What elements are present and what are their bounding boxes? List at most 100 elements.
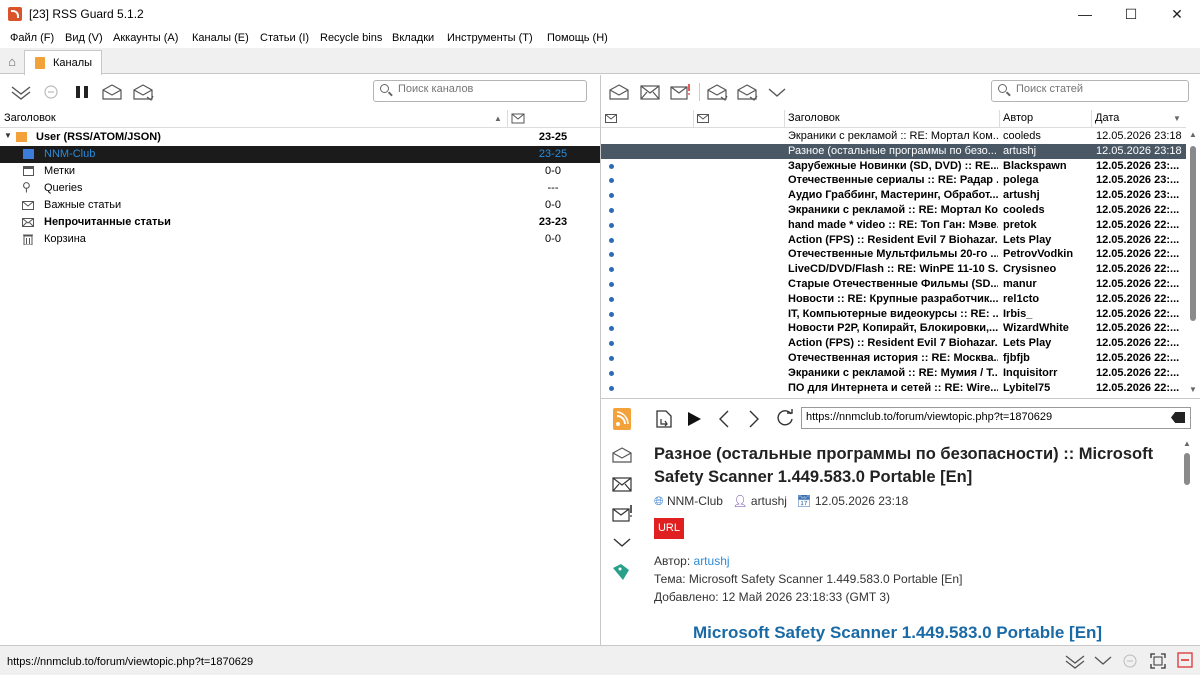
menu-file[interactable]: Файл (F): [10, 32, 54, 44]
article-row[interactable]: LiveCD/DVD/Flash :: RE: WinPE 11-10 S...…: [601, 262, 1186, 277]
article-row[interactable]: Новости P2P, Копирайт, Блокировки,... Wiz…: [601, 321, 1186, 336]
column-date[interactable]: Дата: [1095, 112, 1119, 124]
unread-dot-icon[interactable]: [609, 222, 614, 228]
tree-item-trash[interactable]: Корзина 0-0: [0, 231, 600, 248]
menu-tools[interactable]: Инструменты (T): [447, 32, 533, 44]
scroll-up-icon[interactable]: ▲: [1182, 439, 1192, 449]
mark-unread-preview-icon[interactable]: [611, 475, 633, 493]
article-row[interactable]: Отечественная история :: RE: Москва... fj…: [601, 351, 1186, 366]
preview-scrollbar[interactable]: ▲: [1180, 437, 1194, 645]
export-icon[interactable]: [656, 410, 673, 428]
menu-feeds[interactable]: Каналы (E): [192, 32, 249, 44]
read-status-column-icon[interactable]: [605, 114, 617, 124]
article-row[interactable]: hand made * video :: RE: Топ Ган: Мэве..…: [601, 218, 1186, 233]
home-icon[interactable]: ⌂: [3, 53, 21, 71]
article-row[interactable]: Зарубежные Новинки (SD, DVD) :: RE... Bla…: [601, 159, 1186, 174]
open-in-browser-icon[interactable]: [706, 83, 728, 101]
column-author[interactable]: Автор: [1003, 112, 1033, 124]
counts-column-icon[interactable]: [511, 113, 525, 127]
update-selected-icon[interactable]: [132, 83, 154, 101]
feeds-search[interactable]: [373, 80, 587, 102]
chevron-down-preview-icon[interactable]: [611, 534, 633, 552]
unread-dot-icon[interactable]: [609, 193, 614, 199]
menu-articles[interactable]: Статьи (I): [260, 32, 309, 44]
feeds-search-input[interactable]: [398, 83, 548, 95]
menu-help[interactable]: Помощь (H): [547, 32, 608, 44]
unread-dot-icon[interactable]: [609, 178, 614, 184]
article-row[interactable]: Экраники с рекламой :: RE: Мортал Ко... c…: [601, 203, 1186, 218]
url-badge[interactable]: URL: [654, 518, 684, 539]
mark-read-icon[interactable]: [608, 83, 630, 101]
tab-feeds[interactable]: Каналы: [24, 50, 102, 75]
article-row[interactable]: Отечественные Мультфильмы 20-го ... Petro…: [601, 247, 1186, 262]
article-row[interactable]: Экраники с рекламой :: RE: Мортал Ком...…: [601, 129, 1186, 144]
unread-dot-icon[interactable]: [609, 237, 614, 243]
important-preview-icon[interactable]: [611, 504, 633, 522]
unread-dot-icon[interactable]: [609, 282, 614, 287]
menu-recycle-bins[interactable]: Recycle bins: [320, 32, 382, 44]
scroll-up-icon[interactable]: ▲: [1188, 130, 1198, 140]
article-row[interactable]: ПО для Интернета и сетей :: RE: Wire... L…: [601, 381, 1186, 396]
url-bar[interactable]: [801, 407, 1191, 429]
stop-status-icon[interactable]: [1122, 653, 1138, 669]
mark-all-read-status-icon[interactable]: [1064, 653, 1086, 669]
unread-dot-icon[interactable]: [609, 252, 614, 258]
reload-icon[interactable]: [776, 409, 795, 428]
chevron-down-icon[interactable]: [766, 83, 788, 101]
unread-dot-icon[interactable]: [609, 341, 614, 347]
article-row[interactable]: Экраники с рекламой :: RE: Мумия / Т... I…: [601, 366, 1186, 381]
mark-all-articles-read-icon[interactable]: [736, 83, 758, 101]
article-row[interactable]: Новости :: RE: Крупные разработчик... rel…: [601, 292, 1186, 307]
fullscreen-icon[interactable]: [1150, 653, 1166, 669]
mark-read-preview-icon[interactable]: [611, 446, 633, 464]
article-row[interactable]: Старые Отечественные Фильмы (SD... manur 1…: [601, 277, 1186, 292]
tree-item-account[interactable]: ▼ User (RSS/ATOM/JSON) 23-25: [0, 129, 600, 146]
column-title[interactable]: Заголовок: [788, 112, 840, 124]
mark-unread-icon[interactable]: [639, 83, 661, 101]
tree-item-labels[interactable]: Метки 0-0: [0, 163, 600, 180]
articles-search[interactable]: [991, 80, 1189, 102]
article-row[interactable]: Разное (остальные программы по безо... ar…: [601, 143, 1186, 159]
article-row[interactable]: Action (FPS) :: Resident Evil 7 Biohazar…: [601, 336, 1186, 351]
feeds-header-title[interactable]: Заголовок: [4, 112, 56, 124]
articles-search-input[interactable]: [1016, 83, 1166, 95]
unread-dot-icon[interactable]: [609, 326, 614, 332]
tree-item-queries[interactable]: ⚲ Queries ---: [0, 180, 600, 197]
maximize-button[interactable]: ☐: [1108, 0, 1154, 29]
menu-view[interactable]: Вид (V): [65, 32, 103, 44]
unread-dot-icon[interactable]: [609, 163, 614, 169]
scroll-thumb[interactable]: [1184, 453, 1190, 485]
unread-dot-icon[interactable]: [609, 208, 614, 213]
author-link[interactable]: artushj: [694, 554, 730, 568]
label-tag-icon[interactable]: [611, 562, 633, 580]
menu-accounts[interactable]: Аккаунты (A): [113, 32, 178, 44]
unread-dot-icon[interactable]: [609, 311, 614, 317]
article-heading[interactable]: Microsoft Safety Scanner 1.449.583.0 Por…: [693, 623, 1102, 643]
scroll-thumb[interactable]: [1190, 146, 1196, 321]
close-button[interactable]: ✕: [1154, 0, 1200, 29]
clear-url-icon[interactable]: [1171, 412, 1185, 423]
article-row[interactable]: Отечественные сериалы :: RE: Радар ... po…: [601, 173, 1186, 188]
article-row[interactable]: Аудио Граббинг, Мастеринг, Обработ... art…: [601, 188, 1186, 203]
tree-item-unread[interactable]: Непрочитанные статьи 23-23: [0, 214, 600, 231]
unread-dot-icon[interactable]: [609, 267, 614, 273]
expand-arrow-icon[interactable]: ▼: [4, 131, 12, 140]
pause-icon[interactable]: [71, 83, 93, 101]
scroll-down-icon[interactable]: ▼: [1188, 385, 1198, 395]
mark-important-icon[interactable]: [669, 83, 691, 101]
stop-icon[interactable]: [40, 83, 62, 101]
play-icon[interactable]: [686, 412, 702, 426]
unread-dot-icon[interactable]: [609, 296, 614, 302]
mark-all-read-icon[interactable]: [10, 83, 32, 101]
chevron-down-status-icon[interactable]: [1093, 653, 1113, 669]
menu-tabs[interactable]: Вкладки: [392, 32, 434, 44]
tree-item-important[interactable]: Важные статьи 0-0: [0, 197, 600, 214]
article-row[interactable]: Action (FPS) :: Resident Evil 7 Biohazar…: [601, 233, 1186, 248]
minimize-button[interactable]: —: [1062, 0, 1108, 29]
unread-dot-icon[interactable]: [609, 370, 614, 376]
update-feeds-icon[interactable]: [101, 83, 123, 101]
tree-item-nnm-club[interactable]: NNM-Club 23-25: [0, 146, 600, 163]
unread-dot-icon[interactable]: [609, 385, 614, 391]
back-icon[interactable]: [717, 410, 731, 428]
feed-preview-icon[interactable]: [613, 408, 631, 430]
